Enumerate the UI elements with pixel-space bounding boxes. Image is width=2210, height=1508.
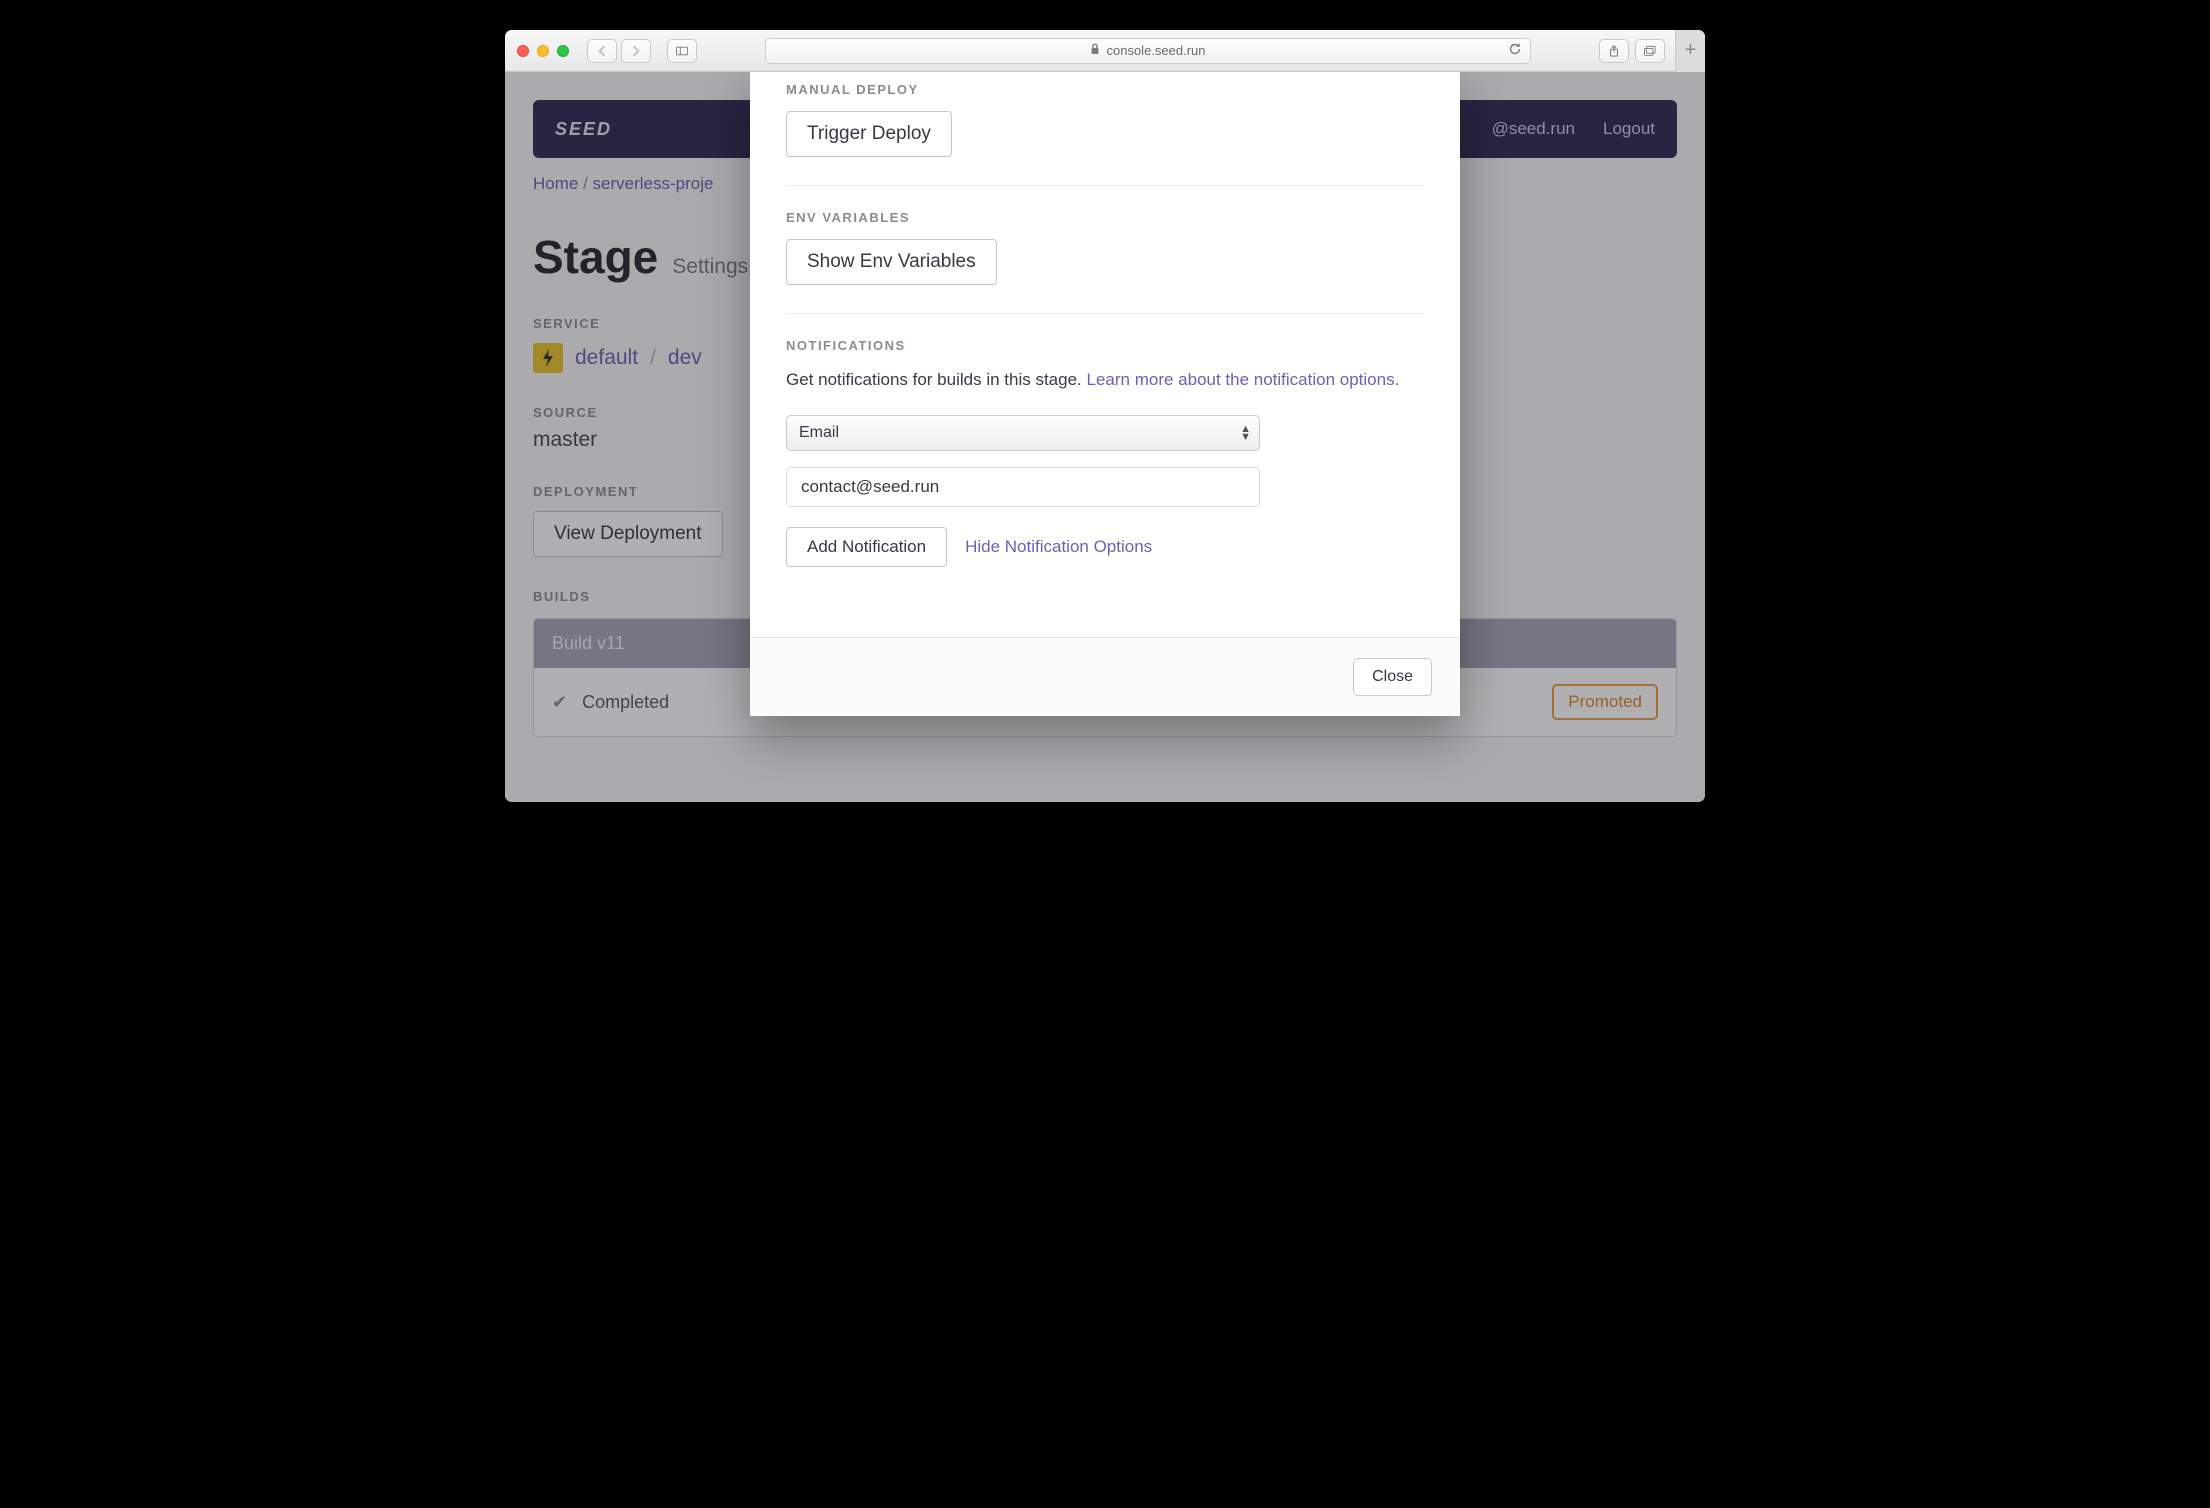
back-button[interactable] — [587, 39, 617, 63]
close-window-icon[interactable] — [517, 45, 529, 57]
modal-footer: Close — [750, 637, 1460, 716]
new-tab-button[interactable]: + — [1675, 30, 1705, 72]
show-env-vars-button[interactable]: Show Env Variables — [786, 239, 997, 285]
divider — [786, 185, 1424, 186]
notifications-intro: Get notifications for builds in this sta… — [786, 367, 1424, 393]
safari-titlebar: console.seed.run + — [505, 30, 1705, 72]
notifications-learn-more-link[interactable]: Learn more about the notification option… — [1087, 370, 1400, 389]
notification-type-select[interactable]: Email ▲▼ — [786, 415, 1260, 451]
address-bar[interactable]: console.seed.run — [765, 38, 1531, 64]
nav-back-forward — [587, 39, 651, 63]
tabs-button[interactable] — [1635, 39, 1665, 63]
notifications-label: NOTIFICATIONS — [786, 338, 1424, 353]
env-vars-label: ENV VARIABLES — [786, 210, 1424, 225]
forward-button[interactable] — [621, 39, 651, 63]
notification-email-input[interactable] — [786, 467, 1260, 507]
page-viewport: SEED @seed.run Logout Home / serverless-… — [505, 72, 1705, 802]
reload-icon[interactable] — [1508, 42, 1522, 59]
window-controls — [517, 45, 569, 57]
sidebar-toggle-button[interactable] — [667, 39, 697, 63]
divider — [786, 313, 1424, 314]
add-notification-button[interactable]: Add Notification — [786, 527, 947, 567]
address-host: console.seed.run — [1106, 43, 1205, 58]
share-button[interactable] — [1599, 39, 1629, 63]
trigger-deploy-button[interactable]: Trigger Deploy — [786, 111, 952, 157]
manual-deploy-label: MANUAL DEPLOY — [786, 82, 1424, 97]
toolbar-right: + — [1599, 30, 1693, 72]
close-button[interactable]: Close — [1353, 658, 1432, 696]
fullscreen-window-icon[interactable] — [557, 45, 569, 57]
browser-window: console.seed.run + SEED @seed.run Logout — [505, 30, 1705, 802]
select-value: Email — [799, 424, 839, 442]
hide-notification-options-link[interactable]: Hide Notification Options — [965, 537, 1152, 557]
minimize-window-icon[interactable] — [537, 45, 549, 57]
stage-settings-modal: MANUAL DEPLOY Trigger Deploy ENV VARIABL… — [750, 72, 1460, 716]
select-chevrons-icon: ▲▼ — [1240, 425, 1251, 441]
notifications-intro-text: Get notifications for builds in this sta… — [786, 370, 1087, 389]
lock-icon — [1090, 43, 1100, 58]
